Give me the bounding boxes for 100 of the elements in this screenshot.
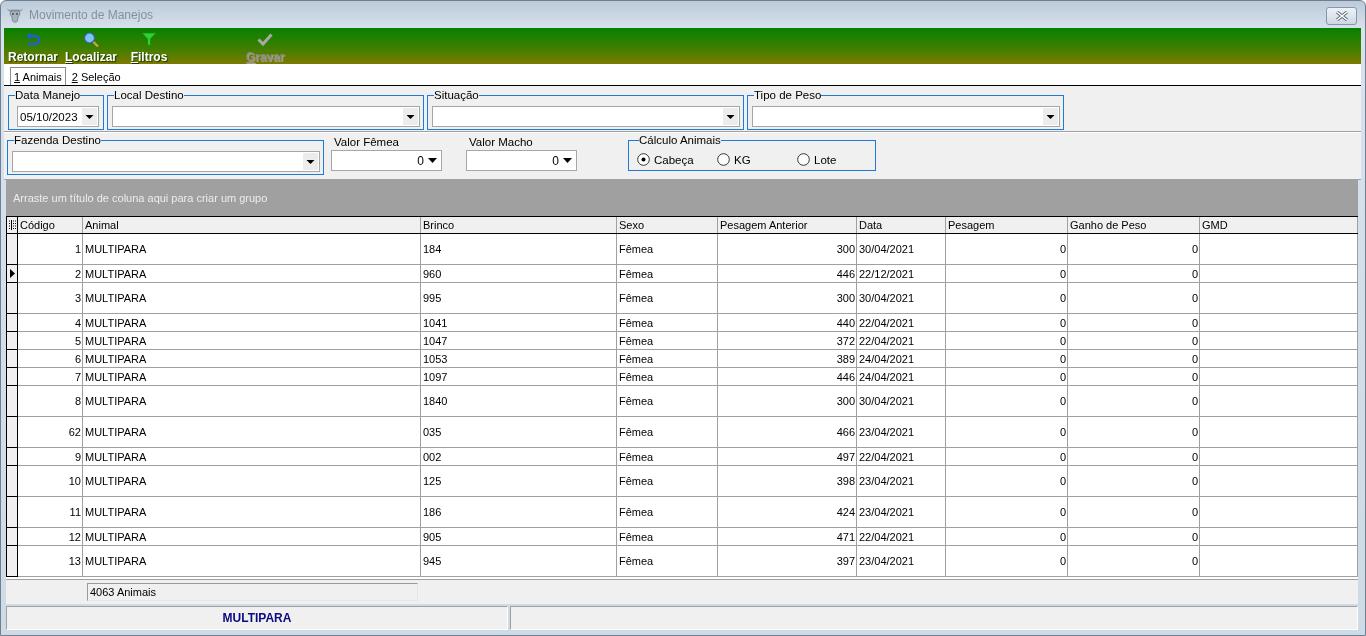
table-cell: Fêmea [617,528,718,546]
table-cell: 23/04/2021 [857,497,946,528]
column-header[interactable]: Ganho de Peso [1068,217,1200,233]
table-cell: Fêmea [617,283,718,314]
table-cell: 995 [421,283,617,314]
table-cell: 1840 [421,386,617,417]
table-cell: 1047 [421,332,617,350]
table-cell: Fêmea [617,497,718,528]
field-label: Valor Fêmea [334,135,399,150]
radio-option[interactable]: Lote [797,153,837,166]
table-cell: 0 [946,546,1068,577]
table-cell: MULTIPARA [83,466,421,497]
column-header[interactable]: Código [18,217,83,233]
date-field[interactable]: 05/10/2023 [17,106,99,127]
table-cell: 184 [421,234,617,265]
table-cell: 2 [18,265,83,283]
table-cell: 0 [946,314,1068,332]
table-cell: 0 [946,234,1068,265]
dropdown-field[interactable] [432,106,740,127]
table-cell: 0 [1068,265,1200,283]
table-cell: 0 [946,283,1068,314]
table-cell: 0 [946,350,1068,368]
dropdown-arrow-icon [563,158,572,163]
table-cell: 6 [18,350,83,368]
table-cell: 0 [946,466,1068,497]
table-cell: Fêmea [617,265,718,283]
table-cell: 0 [1068,546,1200,577]
table-cell: 0 [1068,497,1200,528]
radio-option[interactable]: KG [717,153,751,166]
table-cell: 30/04/2021 [857,386,946,417]
number-dropdown-field[interactable]: 0 [466,150,577,171]
group-panel-hint: Arraste um título de coluna aqui para criar um grupo [13,192,268,204]
column-header[interactable]: Animal [83,217,421,233]
table-cell: 0 [1068,466,1200,497]
column-header[interactable]: Pesagem Anterior [718,217,857,233]
column-header[interactable]: Pesagem [946,217,1068,233]
table-cell: 4 [18,314,83,332]
table-cell: 12 [18,528,83,546]
table-cell: MULTIPARA [83,528,421,546]
toolbar-button[interactable]: Filtros [120,28,178,64]
table-cell: MULTIPARA [83,234,421,265]
table-cell: 0 [946,448,1068,466]
table-cell: Fêmea [617,234,718,265]
table-cell: 466 [718,417,857,448]
window-title: Movimento de Manejos [29,7,154,22]
table-cell: 035 [421,417,617,448]
funnel-icon [141,32,157,47]
close-icon [1335,11,1348,21]
tab[interactable]: 1 Animais [10,67,66,85]
checkmark-icon [257,32,273,47]
close-button[interactable] [1326,7,1357,25]
table-cell: MULTIPARA [83,448,421,466]
table-cell: MULTIPARA [83,332,421,350]
table-cell: 372 [718,332,857,350]
table-cell: 22/04/2021 [857,332,946,350]
group-label: Tipo de Peso [754,89,822,102]
group-label: Local Destino [114,89,184,102]
table-cell: 62 [18,417,83,448]
table-cell: 186 [421,497,617,528]
table-cell: 389 [718,350,857,368]
table-cell: 0 [1068,386,1200,417]
table-cell: MULTIPARA [83,368,421,386]
table-cell: 0 [1068,234,1200,265]
table-cell: 8 [18,386,83,417]
column-header[interactable]: GMD [1200,217,1358,233]
table-cell: MULTIPARA [83,546,421,577]
dropdown-field[interactable] [752,106,1060,127]
dropdown-field[interactable] [112,106,420,127]
column-header[interactable]: Brinco [421,217,617,233]
table-cell: 0 [1068,314,1200,332]
radio-option[interactable]: Cabeça [637,153,694,166]
toolbar-button[interactable]: Retornar [4,28,62,64]
dropdown-field[interactable] [12,151,320,172]
table-cell: 300 [718,386,857,417]
dropdown-arrow-icon [428,158,437,163]
column-header[interactable]: Sexo [617,217,718,233]
table-cell: Fêmea [617,448,718,466]
table-cell: 9 [18,448,83,466]
table-cell: 960 [421,265,617,283]
table-cell: 0 [946,368,1068,386]
table-cell: 0 [1068,448,1200,466]
table-cell: 22/12/2021 [857,265,946,283]
table-cell: 30/04/2021 [857,234,946,265]
table-cell: MULTIPARA [83,417,421,448]
toolbar-button[interactable]: Localizar [62,28,120,64]
table-cell: 945 [421,546,617,577]
return-arrow-icon [25,32,41,47]
table-cell: 0 [946,497,1068,528]
table-cell: 23/04/2021 [857,466,946,497]
group-label: Situação [434,89,479,102]
column-header[interactable]: Data [857,217,946,233]
table-cell: 0 [946,528,1068,546]
number-dropdown-field[interactable]: 0 [331,150,442,171]
table-cell: 0 [1068,350,1200,368]
table-cell: 22/04/2021 [857,314,946,332]
table-cell: Fêmea [617,546,718,577]
table-cell: 23/04/2021 [857,417,946,448]
table-cell: MULTIPARA [83,350,421,368]
table-cell: Fêmea [617,332,718,350]
table-cell: 0 [946,417,1068,448]
